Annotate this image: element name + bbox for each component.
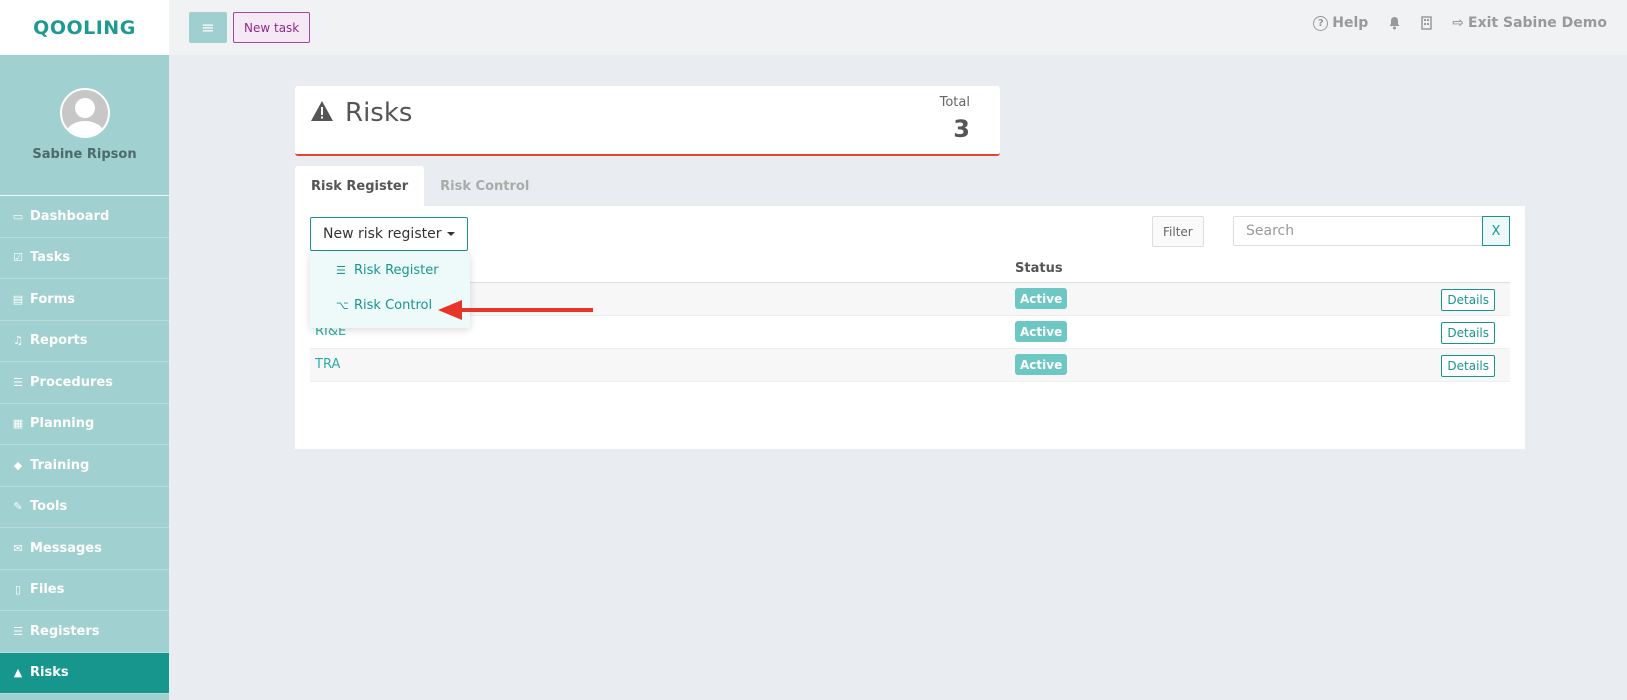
profile-name: Sabine Ripson bbox=[32, 147, 137, 162]
dropdown-item-risk-register[interactable]: ☰ Risk Register bbox=[310, 253, 470, 288]
help-link[interactable]: ? Help bbox=[1313, 15, 1368, 31]
exit-demo-link[interactable]: ⇨ Exit Sabine Demo bbox=[1452, 15, 1607, 31]
list-icon: ☰ bbox=[13, 375, 23, 389]
graduation-cap-icon: ◆ bbox=[13, 458, 23, 472]
details-button[interactable]: Details bbox=[1441, 355, 1495, 377]
table-header: Status bbox=[310, 256, 1510, 283]
list-icon: ☰ bbox=[13, 624, 23, 638]
sidebar-nav: ▭ Dashboard ☑ Tasks ▤ Forms ♫ Reports ☰ Proce… bbox=[0, 196, 169, 694]
sidebar-item-label: Forms bbox=[30, 291, 75, 307]
page-header-card: Risks Total 3 bbox=[295, 86, 1000, 156]
monitor-icon: ▭ bbox=[12, 209, 24, 223]
details-button[interactable]: Details bbox=[1441, 322, 1495, 344]
building-icon bbox=[1421, 16, 1433, 30]
profile-section: Sabine Ripson bbox=[0, 55, 169, 196]
logo-container: QOOLING bbox=[0, 0, 169, 55]
sidebar-item-risks[interactable]: ▲ Risks bbox=[0, 652, 169, 694]
exit-icon: ⇨ bbox=[1452, 15, 1465, 31]
sidebar-item-training[interactable]: ◆ Training bbox=[0, 445, 169, 487]
sidebar-item-label: Tasks bbox=[30, 250, 71, 266]
sidebar-item-label: Files bbox=[30, 582, 65, 598]
sidebar-item-label: Reports bbox=[30, 333, 88, 349]
sidebar-item-registers[interactable]: ☰ Registers bbox=[0, 611, 169, 653]
total-count: 3 bbox=[953, 115, 970, 143]
sidebar-item-dashboard[interactable]: ▭ Dashboard bbox=[0, 196, 169, 238]
risk-name-link[interactable]: TRA bbox=[315, 357, 340, 372]
check-square-icon: ☑ bbox=[13, 251, 23, 265]
status-badge: Active bbox=[1015, 321, 1068, 342]
bell-icon: ♫ bbox=[13, 334, 23, 348]
total-label: Total bbox=[939, 95, 970, 110]
sidebar: QOOLING Sabine Ripson ▭ Dashboard ☑ Tasks … bbox=[0, 0, 169, 700]
sidebar-item-messages[interactable]: ✉ Messages bbox=[0, 528, 169, 570]
sidebar-item-label: Dashboard bbox=[30, 208, 110, 224]
column-header-status: Status bbox=[1015, 261, 1063, 276]
organization-button[interactable] bbox=[1421, 16, 1433, 30]
details-button[interactable]: Details bbox=[1441, 289, 1495, 311]
list-icon: ☰ bbox=[336, 264, 346, 277]
sidebar-item-label: Messages bbox=[30, 540, 102, 556]
search-input[interactable] bbox=[1233, 216, 1483, 246]
dropdown-item-label: Risk Control bbox=[354, 298, 433, 313]
sidebar-item-label: Registers bbox=[30, 623, 100, 639]
tab-risk-control[interactable]: Risk Control bbox=[424, 166, 545, 206]
sidebar-item-tools[interactable]: ✎ Tools bbox=[0, 487, 169, 528]
sidebar-item-label: Risks bbox=[30, 665, 69, 681]
help-icon: ? bbox=[1313, 15, 1329, 31]
clear-search-button[interactable]: X bbox=[1482, 216, 1510, 246]
menu-toggle-button[interactable]: ≡ bbox=[189, 12, 227, 43]
new-task-button[interactable]: New task bbox=[233, 12, 311, 43]
sidebar-item-label: Planning bbox=[30, 416, 95, 432]
warning-icon: ▲ bbox=[13, 666, 23, 680]
avatar[interactable] bbox=[59, 88, 110, 138]
fork-icon: ⌥ bbox=[336, 299, 349, 312]
status-badge: Active bbox=[1015, 288, 1068, 309]
document-icon: ▤ bbox=[12, 292, 24, 306]
top-right-menu: ? Help ⇨ Exit Sabine Demo bbox=[1313, 15, 1607, 31]
file-icon: ▯ bbox=[14, 583, 22, 597]
sidebar-item-label: Tools bbox=[30, 499, 68, 515]
top-bar: ≡ New task ? Help ⇨ Exit Sabine Demo bbox=[169, 0, 1627, 55]
notifications-button[interactable] bbox=[1388, 16, 1401, 30]
sidebar-item-tasks[interactable]: ☑ Tasks bbox=[0, 238, 169, 279]
sidebar-item-reports[interactable]: ♫ Reports bbox=[0, 321, 169, 362]
table-row: TRA Active Details bbox=[310, 349, 1510, 382]
tab-bar: Risk Register Risk Control bbox=[295, 166, 545, 206]
calendar-icon: ▦ bbox=[12, 417, 24, 431]
sidebar-item-planning[interactable]: ▦ Planning bbox=[0, 404, 169, 445]
dropdown-item-label: Risk Register bbox=[354, 263, 439, 278]
caret-down-icon bbox=[447, 232, 456, 236]
new-risk-register-button[interactable]: New risk register bbox=[310, 217, 469, 251]
warning-icon bbox=[311, 101, 333, 121]
sidebar-item-label: Procedures bbox=[30, 374, 113, 390]
sidebar-item-files[interactable]: ▯ Files bbox=[0, 570, 169, 611]
new-risk-register-label: New risk register bbox=[323, 226, 442, 242]
wrench-icon: ✎ bbox=[13, 500, 23, 514]
filter-button[interactable]: Filter bbox=[1152, 216, 1204, 247]
envelope-icon: ✉ bbox=[13, 541, 23, 555]
sidebar-item-forms[interactable]: ▤ Forms bbox=[0, 279, 169, 321]
status-badge: Active bbox=[1015, 354, 1068, 375]
annotation-arrow bbox=[438, 300, 593, 320]
exit-label: Exit Sabine Demo bbox=[1468, 15, 1607, 31]
sidebar-item-label: Training bbox=[30, 457, 90, 473]
tab-risk-register[interactable]: Risk Register bbox=[295, 166, 425, 206]
bell-icon bbox=[1389, 17, 1400, 30]
hamburger-icon: ≡ bbox=[201, 18, 215, 37]
help-label: Help bbox=[1332, 15, 1369, 31]
page-title: Risks bbox=[345, 98, 413, 128]
logo[interactable]: QOOLING bbox=[33, 17, 136, 39]
sidebar-item-procedures[interactable]: ☰ Procedures bbox=[0, 362, 169, 404]
content-panel: New risk register Filter X Status Active… bbox=[295, 206, 1525, 449]
